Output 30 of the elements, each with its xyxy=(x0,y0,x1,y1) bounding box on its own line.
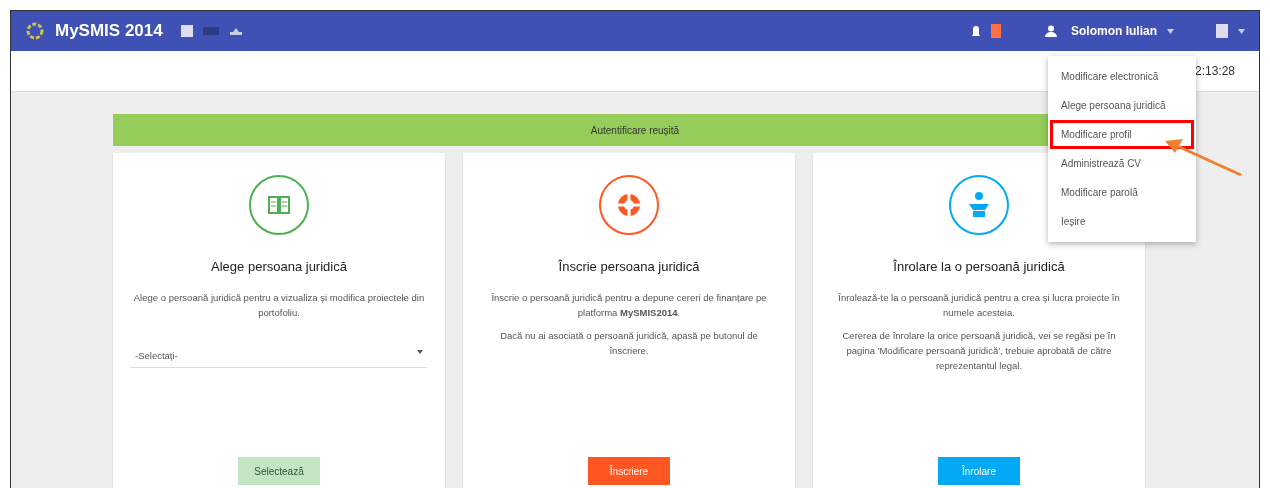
banner-text: Autentificare reușită xyxy=(590,124,680,136)
caret-icon xyxy=(1167,28,1174,34)
menu-item[interactable]: Modificare parolă xyxy=(1050,178,1194,207)
person-icon xyxy=(966,191,992,219)
card-description: Dacă nu ai asociată o persoană juridică, apasă pe butonul de înscriere. xyxy=(499,329,759,358)
gear-logo-icon xyxy=(25,21,45,41)
clock-time: 2:13:28 xyxy=(1194,64,1235,78)
lifebuoy-icon xyxy=(616,192,642,218)
card-description: Cererea de înrolare la orice persoană juridică, vei se regăsi pe în pagina 'Modificare persoană juridică', trebuie aprobată de către reprezentantul legal. xyxy=(841,329,1117,373)
caret-icon xyxy=(417,350,423,354)
menu-item[interactable]: Ieșire xyxy=(1050,207,1194,236)
select-field[interactable]: -Selectați- xyxy=(131,342,427,368)
cloud-icon[interactable] xyxy=(228,26,243,36)
menu-item[interactable]: Administrează CV xyxy=(1050,149,1194,178)
card-title: Alege persoana juridică xyxy=(211,259,347,274)
card-description: Înrolează-te la o persoană juridică pentru a crea și lucra proiecte în numele acesteia. xyxy=(837,291,1121,320)
user-name[interactable]: Solomon Iulian xyxy=(1071,24,1157,38)
menu-item[interactable]: Modificare electronică xyxy=(1050,62,1194,91)
app-title: MySMIS 2014 xyxy=(55,21,163,41)
caret-icon xyxy=(1238,28,1245,34)
notification-badge xyxy=(991,24,1001,38)
card-title: Înscrie persoana juridică xyxy=(558,259,700,274)
card-title: Înrolare la o persoană juridică xyxy=(893,259,1065,274)
user-icon xyxy=(1045,25,1057,37)
bell-icon[interactable] xyxy=(971,24,981,38)
card-description: Înscrie o persoană juridică pentru a depune cereri de finanțare pe platforma MySMIS2014. xyxy=(490,291,768,320)
menu-item[interactable]: Modificare profil xyxy=(1050,120,1194,149)
card-description: Alege o persoană juridică pentru a vizualiza și modifica proiectele din portofoliu. xyxy=(132,291,426,320)
book-icon xyxy=(268,196,290,214)
menu-item[interactable]: Alege persoana juridică xyxy=(1050,91,1194,120)
